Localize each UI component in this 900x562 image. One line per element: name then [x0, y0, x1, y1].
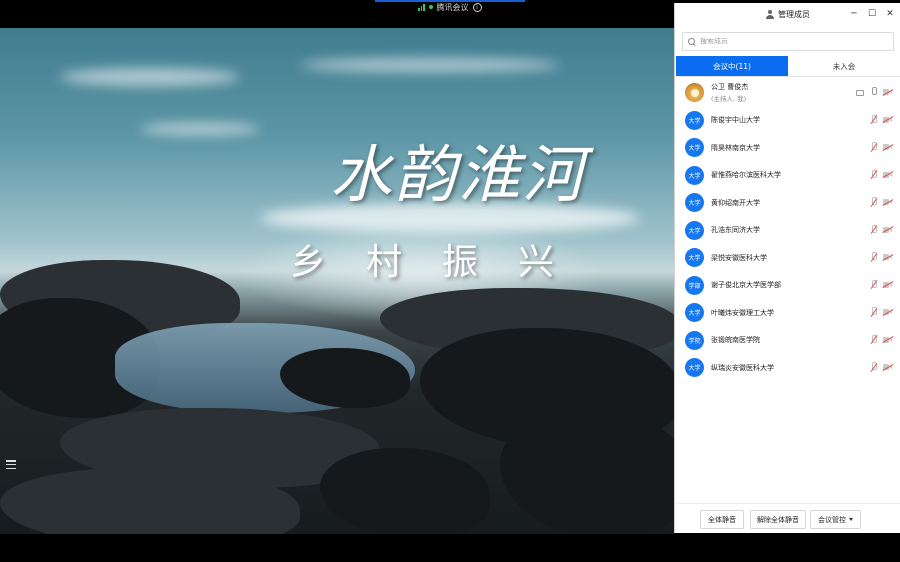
slide-subtitle: 乡村振兴	[290, 242, 595, 283]
member-name: 黄仰绍南开大学	[711, 198, 760, 207]
member-row[interactable]: 大学 叶曦炜安徽理工大学	[675, 299, 900, 327]
cloud	[60, 68, 240, 86]
meeting-control-button[interactable]: 会议管控	[810, 510, 861, 529]
member-name: 翟惟燕哈尔滨医科大学	[711, 171, 781, 180]
member-row[interactable]: 大学 陈俊宇中山大学	[675, 107, 900, 135]
microphone-muted-icon[interactable]	[869, 279, 878, 290]
microphone-muted-icon[interactable]	[869, 114, 878, 125]
avatar: 大学	[685, 248, 704, 268]
user-icon	[765, 9, 774, 19]
slide-title: 水韵淮河	[330, 138, 587, 211]
panel-header: 管理成员 ─ ☐ ✕	[675, 3, 900, 25]
avatar: 大学	[685, 110, 704, 130]
microphone-muted-icon[interactable]	[869, 362, 878, 372]
avatar: 学部	[685, 275, 704, 295]
member-panel: 管理成员 ─ ☐ ✕ 会议中(11) 未入会 公卫 曹俊杰 (主持人, 我) 大…	[674, 3, 900, 533]
camera-off-icon[interactable]	[882, 308, 894, 316]
microphone-muted-icon[interactable]	[869, 252, 878, 262]
search-input[interactable]	[700, 38, 880, 45]
member-row[interactable]: 学部 谢子俊北京大学医学部	[675, 272, 900, 300]
cloud	[140, 123, 260, 135]
minimize-icon[interactable]: ─	[847, 7, 861, 21]
member-row[interactable]: 大学 梁悦安徽医科大学	[675, 244, 900, 272]
rock	[320, 448, 490, 534]
avatar: 大学	[685, 220, 704, 240]
member-row-host[interactable]: 公卫 曹俊杰 (主持人, 我)	[675, 79, 900, 107]
search-icon	[688, 37, 696, 46]
panel-footer: 全体静音 解除全体静音 会议管控	[675, 503, 900, 533]
avatar: 大学	[685, 303, 704, 323]
microphone-muted-icon[interactable]	[869, 142, 878, 152]
camera-off-icon[interactable]	[882, 88, 894, 96]
mute-all-button[interactable]: 全体静音	[700, 510, 744, 529]
microphone-muted-icon[interactable]	[869, 307, 878, 317]
close-icon[interactable]: ✕	[883, 7, 897, 21]
network-status-icon	[428, 5, 433, 9]
tab-in-meeting[interactable]: 会议中(11)	[676, 56, 788, 76]
signal-icon	[418, 3, 425, 11]
meeting-title: 腾讯会议	[436, 2, 469, 12]
member-role: (主持人, 我)	[711, 95, 747, 104]
avatar: 大学	[685, 165, 704, 185]
menu-icon[interactable]	[6, 460, 16, 469]
camera-off-icon[interactable]	[882, 198, 894, 206]
rock	[500, 408, 675, 534]
member-name: 梁悦安徽医科大学	[711, 253, 767, 262]
unmute-all-button[interactable]: 解除全体静音	[750, 510, 806, 529]
member-name: 陈俊宇中山大学	[711, 116, 760, 125]
maximize-icon[interactable]: ☐	[865, 7, 879, 21]
meeting-title-area[interactable]: 腾讯会议 i	[418, 1, 482, 13]
member-row[interactable]: 学院 张锻皖南医学院	[675, 327, 900, 355]
member-tabs: 会议中(11) 未入会	[676, 56, 900, 77]
member-search[interactable]	[682, 32, 894, 51]
tab-not-joined[interactable]: 未入会	[788, 56, 900, 76]
info-icon[interactable]: i	[472, 2, 482, 12]
avatar: 大学	[685, 358, 704, 378]
camera-off-icon[interactable]	[882, 281, 894, 289]
microphone-muted-icon[interactable]	[869, 169, 878, 180]
microphone-icon[interactable]	[869, 87, 878, 97]
member-name: 孔浩东同济大学	[711, 226, 760, 235]
member-name: 谢子俊北京大学医学部	[711, 281, 781, 290]
camera-off-icon[interactable]	[882, 116, 894, 124]
camera-off-icon[interactable]	[882, 363, 894, 371]
cloud	[300, 58, 560, 72]
avatar: 大学	[685, 138, 704, 158]
meeting-control-label: 会议管控	[818, 516, 846, 524]
member-row[interactable]: 大学 纵瑞炎安徽医科大学	[675, 354, 900, 382]
camera-off-icon[interactable]	[882, 226, 894, 234]
camera-off-icon[interactable]	[882, 253, 894, 261]
member-name: 纵瑞炎安徽医科大学	[711, 363, 774, 372]
microphone-muted-icon[interactable]	[869, 224, 878, 235]
member-row[interactable]: 大学 孔浩东同济大学	[675, 217, 900, 245]
member-row[interactable]: 大学 隋昊林南京大学	[675, 134, 900, 162]
camera-off-icon[interactable]	[882, 336, 894, 344]
member-row[interactable]: 大学 翟惟燕哈尔滨医科大学	[675, 162, 900, 190]
avatar	[685, 83, 704, 103]
member-name: 隋昊林南京大学	[711, 143, 760, 152]
member-name: 公卫 曹俊杰	[711, 83, 749, 92]
screen-share-icon	[856, 89, 864, 96]
member-name: 张锻皖南医学院	[711, 336, 760, 345]
avatar: 大学	[685, 193, 704, 213]
member-list: 公卫 曹俊杰 (主持人, 我) 大学 陈俊宇中山大学 大学 隋昊林南京大学 大学…	[675, 79, 900, 382]
bottom-bar	[0, 534, 900, 562]
chevron-down-icon	[849, 518, 853, 521]
microphone-muted-icon[interactable]	[869, 197, 878, 207]
avatar: 学院	[685, 330, 704, 350]
microphone-muted-icon[interactable]	[869, 334, 878, 345]
camera-off-icon[interactable]	[882, 171, 894, 179]
member-row[interactable]: 大学 黄仰绍南开大学	[675, 189, 900, 217]
member-name: 叶曦炜安徽理工大学	[711, 308, 774, 317]
panel-title: 管理成员	[778, 9, 810, 19]
camera-off-icon[interactable]	[882, 143, 894, 151]
shared-screen: 水韵淮河 乡村振兴	[0, 28, 675, 534]
